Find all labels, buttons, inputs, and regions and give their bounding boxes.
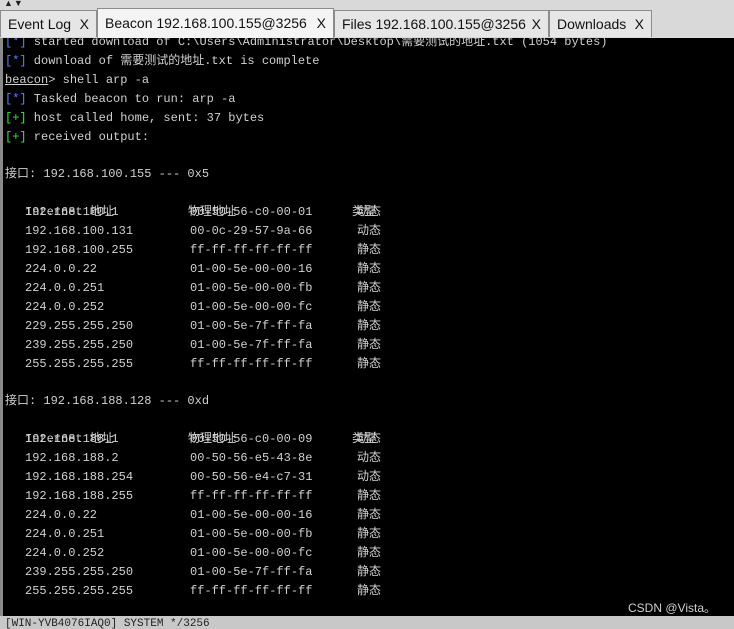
close-icon[interactable]: X (80, 11, 89, 37)
tab-files[interactable]: Files 192.168.100.155@3256 X (334, 10, 549, 37)
interface-header: 接口: 192.168.100.155 --- 0x5 (5, 167, 210, 181)
arp-row: 224.0.0.252 01-00-5e-00-00-fc 静态 (25, 300, 382, 314)
console-line: [*] download of 需要测试的地址.txt is complete (5, 54, 320, 68)
arp-row: 255.255.255.255 ff-ff-ff-ff-ff-ff 静态 (25, 584, 382, 598)
arp-row: 229.255.255.250 01-00-5e-7f-ff-fa 静态 (25, 319, 382, 333)
arp-row: 192.168.100.131 00-0c-29-57-9a-66 动态 (25, 224, 382, 238)
arp-row: 192.168.188.1 00-50-56-c0-00-09 动态 (25, 432, 382, 446)
tab-downloads[interactable]: Downloads X (549, 10, 652, 37)
arp-row: 224.0.0.22 01-00-5e-00-00-16 静态 (25, 262, 382, 276)
console-line: [+] received output: (5, 130, 150, 144)
arp-row: 255.255.255.255 ff-ff-ff-ff-ff-ff 静态 (25, 357, 382, 371)
column-headers: Internet 地址 物理地址 类型 (25, 432, 377, 446)
arp-row: 239.255.255.250 01-00-5e-7f-ff-fa 静态 (25, 338, 382, 352)
close-icon[interactable]: X (532, 11, 541, 37)
tab-label: Beacon 192.168.100.155@3256 (105, 15, 307, 31)
column-headers: Internet 地址 物理地址 类型 (25, 205, 377, 219)
tab-label: Event Log (8, 16, 72, 32)
scroll-arrows-icon[interactable]: ▲▼ (4, 0, 24, 8)
scrollbar[interactable] (0, 38, 3, 616)
arp-row: 239.255.255.250 01-00-5e-7f-ff-fa 静态 (25, 565, 382, 579)
arp-row: 192.168.100.1 00-50-56-c0-00-01 动态 (25, 205, 382, 219)
watermark: CSDN @Vista。 (628, 601, 716, 615)
arp-row: 224.0.0.252 01-00-5e-00-00-fc 静态 (25, 546, 382, 560)
tab-label: Files 192.168.100.155@3256 (342, 16, 526, 32)
console-prompt: beacon> shell arp -a (5, 73, 150, 87)
console-line: [*] started download of C:\Users\Adminis… (5, 38, 608, 49)
arp-row: 192.168.188.2 00-50-56-e5-43-8e 动态 (25, 451, 382, 465)
arp-row: 192.168.100.255 ff-ff-ff-ff-ff-ff 静态 (25, 243, 382, 257)
arp-row: 224.0.0.22 01-00-5e-00-00-16 静态 (25, 508, 382, 522)
tab-bar: ▲▼ Event Log X Beacon 192.168.100.155@32… (0, 0, 734, 38)
console-line: [+] host called home, sent: 37 bytes (5, 111, 265, 125)
interface-header: 接口: 192.168.188.128 --- 0xd (5, 394, 210, 408)
arp-row: 192.168.188.255 ff-ff-ff-ff-ff-ff 静态 (25, 489, 382, 503)
arp-row: 224.0.0.251 01-00-5e-00-00-fb 静态 (25, 527, 382, 541)
console-line: [*] Tasked beacon to run: arp -a (5, 92, 236, 106)
status-bar: [WIN-YVB4076IAQ0] SYSTEM */3256 (0, 616, 734, 629)
close-icon[interactable]: X (317, 9, 326, 37)
tab-label: Downloads (557, 16, 627, 32)
arp-row: 224.0.0.251 01-00-5e-00-00-fb 静态 (25, 281, 382, 295)
tab-event-log[interactable]: Event Log X (0, 10, 97, 37)
arp-row: 192.168.188.254 00-50-56-e4-c7-31 动态 (25, 470, 382, 484)
tab-beacon[interactable]: Beacon 192.168.100.155@3256 X (97, 8, 334, 38)
console-output[interactable]: [*] started download of C:\Users\Adminis… (0, 38, 734, 616)
close-icon[interactable]: X (635, 11, 644, 37)
status-text: [WIN-YVB4076IAQ0] SYSTEM */3256 (5, 618, 210, 629)
